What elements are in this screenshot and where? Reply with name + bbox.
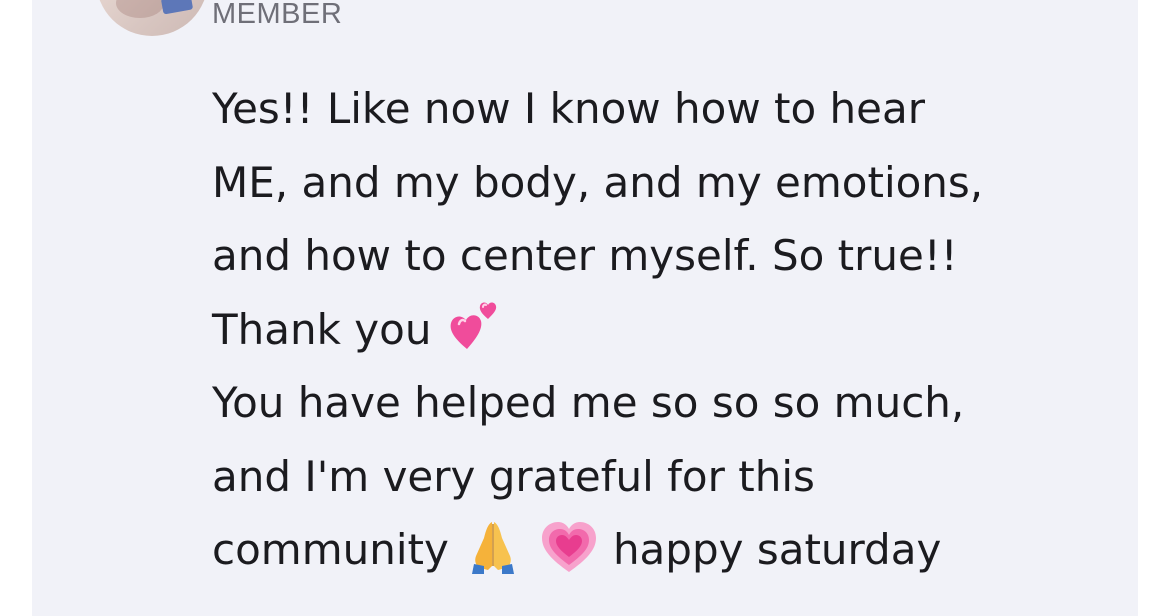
two-hearts-icon [445,295,507,357]
avatar-face [116,0,164,18]
comment-line: and I'm very grateful for this [212,440,1112,514]
comment-line-text: Thank you [212,304,432,354]
comment-line: community happy saturday [212,513,1112,587]
growing-heart-icon [538,516,600,578]
member-badge: MEMBER [212,0,343,30]
comment-line-text: Yes!! Like now I know how to hear [212,84,925,133]
page: MEMBER Yes!! Like now I know how to hear… [0,0,1170,616]
comment-line-text: and how to center myself. So true!! [212,231,958,280]
comment-line: You have helped me so so so much, [212,366,1112,440]
comment-line-text: and I'm very grateful for this [212,451,815,501]
avatar-detail [160,0,194,15]
comment-line: Yes!! Like now I know how to hear [212,72,1112,146]
comment-line-text: You have helped me so so so much, [212,378,965,427]
comment-line: ME, and my body, and my emotions, [212,146,1112,220]
comment-line-text: happy saturday [612,525,942,574]
comment-line: Thank you [212,293,1112,367]
avatar[interactable] [96,0,208,36]
comment-text: Yes!! Like now I know how to hear ME, an… [212,72,1112,587]
comment-line: and how to center myself. So true!! [212,219,1112,293]
comment-line-text: community [212,525,449,574]
comment-line-text: ME, and my body, and my emotions, [212,157,984,207]
folded-hands-icon [462,516,524,578]
